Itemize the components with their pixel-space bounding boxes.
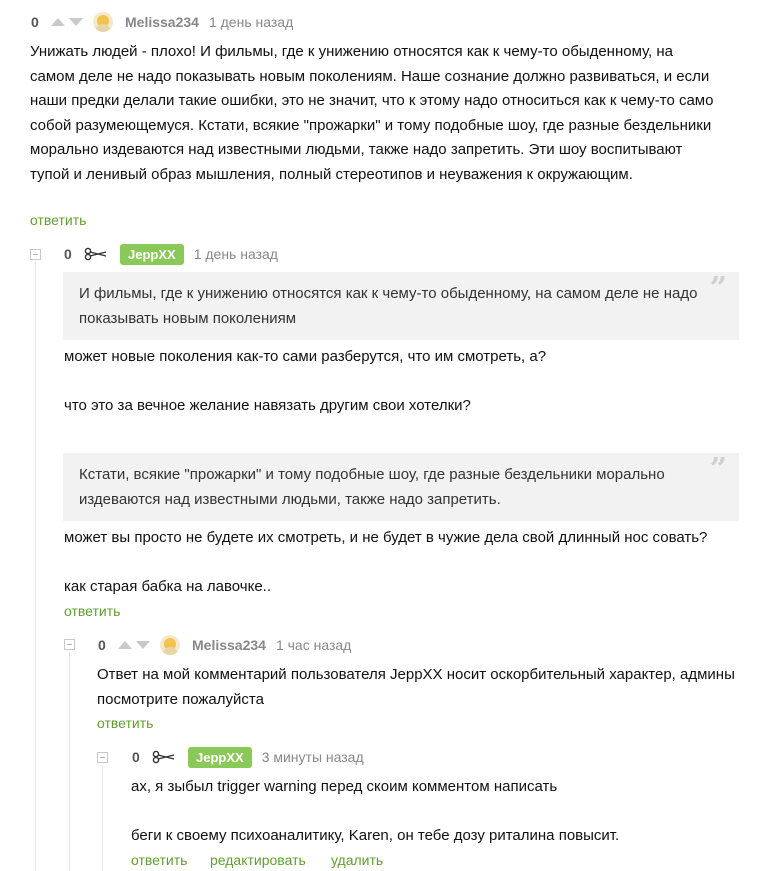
reply-button[interactable]: ответить: [131, 852, 187, 868]
comment-author[interactable]: Melissa234: [192, 637, 266, 653]
scissors-icon: [84, 247, 107, 261]
comment-paragraph: что это за вечное желание навязать други…: [64, 397, 471, 414]
comment-time[interactable]: 3 минуты назад: [262, 749, 364, 765]
comment-time[interactable]: 1 час назад: [276, 637, 351, 653]
comment-rating: 0: [31, 14, 39, 30]
comment-author[interactable]: JeppXX: [188, 746, 252, 768]
comment-author[interactable]: JeppXX: [120, 243, 184, 265]
comment-time[interactable]: 1 день назад: [194, 246, 278, 262]
collapse-icon[interactable]: [30, 249, 41, 260]
quote-block: Кстати, всякие "прожарки" и тому подобны…: [63, 453, 739, 521]
comment-header: 0 JeppXX 1 день назад: [64, 243, 278, 265]
thread-line[interactable]: [69, 652, 70, 871]
comment-rating: 0: [132, 749, 140, 765]
avatar-icon[interactable]: [93, 12, 113, 32]
comment-header: 0 JeppXX 3 минуты назад: [132, 746, 364, 768]
vote-up-icon[interactable]: [51, 18, 65, 26]
quote-text: И фильмы, где к унижению относятся как к…: [79, 285, 698, 327]
comment-paragraph: как старая бабка на лавочке..: [64, 578, 271, 595]
comment-paragraph: может новые поколения как-то сами разбер…: [64, 348, 547, 365]
comment-paragraph: может вы просто не будете их смотреть, и…: [64, 529, 708, 546]
thread-line[interactable]: [35, 262, 36, 871]
vote-down-icon[interactable]: [69, 18, 83, 26]
vote-down-icon[interactable]: [136, 641, 150, 649]
reply-button[interactable]: ответить: [30, 212, 86, 228]
comment-author[interactable]: Melissa234: [125, 14, 199, 30]
avatar-icon[interactable]: [160, 635, 180, 655]
scissors-icon: [152, 750, 175, 764]
quote-icon: ”: [709, 452, 727, 487]
comment-text: Унижать людей - плохо! И фильмы, где к у…: [30, 43, 714, 183]
reply-button[interactable]: ответить: [97, 715, 153, 731]
comment-header: 0 Melissa234 1 час назад: [98, 634, 351, 656]
reply-button[interactable]: ответить: [64, 603, 120, 619]
quote-block: И фильмы, где к унижению относятся как к…: [63, 272, 739, 340]
collapse-icon[interactable]: [97, 752, 108, 763]
comment-rating: 0: [64, 246, 72, 262]
quote-text: Кстати, всякие "прожарки" и тому подобны…: [79, 466, 665, 508]
comment-rating: 0: [98, 637, 106, 653]
quote-icon: ”: [709, 271, 727, 306]
edit-button[interactable]: редактировать: [210, 852, 306, 868]
comment-header: 0 Melissa234 1 день назад: [31, 11, 293, 33]
comment-text: Ответ на мой комментарий пользователя Je…: [97, 666, 735, 708]
delete-button[interactable]: удалить: [331, 852, 383, 868]
comment-paragraph: беги к своему психоаналитику, Karen, он …: [131, 827, 620, 844]
collapse-icon[interactable]: [64, 639, 75, 650]
vote-up-icon[interactable]: [118, 641, 132, 649]
thread-line[interactable]: [102, 765, 103, 871]
comment-time[interactable]: 1 день назад: [209, 14, 293, 30]
comment-paragraph: ах, я зыбыл trigger warning перед скоим …: [131, 778, 558, 795]
